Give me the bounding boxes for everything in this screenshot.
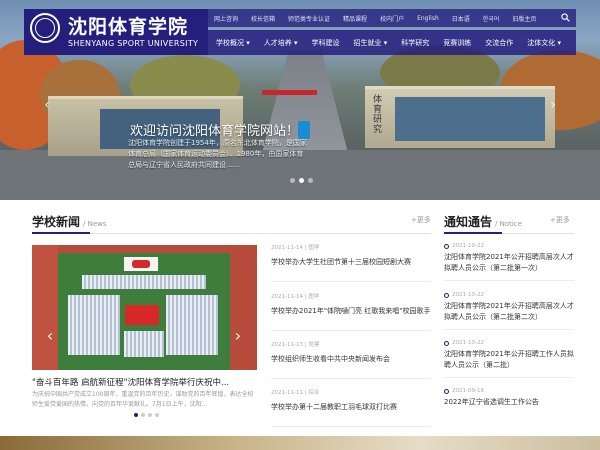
notice-date: 2021-10-22	[452, 243, 484, 249]
anniversary-banner	[124, 257, 158, 271]
news-item-title[interactable]: 学校举办第十二届教职工羽毛球双打比赛	[271, 402, 431, 412]
news-divider	[32, 232, 431, 234]
nav-disciplines[interactable]: 学科建设	[312, 38, 340, 48]
notice-item-title[interactable]: 沈阳体育学院2021年公开招聘工作人员拟聘人员公示（第二批）	[444, 349, 574, 371]
clock-icon	[444, 340, 449, 346]
pagination-dot[interactable]	[290, 178, 295, 183]
clock-icon	[444, 243, 449, 249]
top-link-mailbox[interactable]: 校长信箱	[251, 14, 275, 23]
clock-icon	[444, 388, 449, 394]
building-right: 体育研究	[365, 86, 555, 148]
news-date: 2021-11-13	[271, 342, 303, 348]
news-section-header: 学校新闻 / News	[32, 213, 107, 231]
top-link-portal[interactable]: 校内门户	[380, 14, 404, 23]
news-tag: 图学	[308, 294, 320, 300]
chevron-left-icon[interactable]: ‹	[40, 98, 54, 112]
logo-english-name: SHENYANG SPORT UNIVERSITY	[68, 39, 199, 48]
pagination-dot[interactable]	[155, 413, 159, 417]
top-link-accreditation[interactable]: 师范类专业认证	[288, 14, 330, 23]
pagination-dot[interactable]	[134, 413, 138, 417]
top-link-english[interactable]: English	[417, 15, 439, 22]
mural	[395, 97, 545, 141]
notice-date: 2021-10-22	[452, 292, 484, 298]
pagination-dot[interactable]	[308, 178, 313, 183]
news-more-link[interactable]: +更多	[411, 215, 431, 225]
site-logo[interactable]: 沈阳体育学院 SHENYANG SPORT UNIVERSITY	[24, 9, 208, 55]
notice-more-link[interactable]: +更多	[550, 215, 570, 225]
news-date: 2021-11-14	[271, 294, 303, 300]
nav-training[interactable]: 竞赛训练	[443, 38, 471, 48]
notice-item-title[interactable]: 2022年辽宁省选调生工作公告	[444, 397, 574, 408]
notice-list-item[interactable]: 2021-10-22 沈阳体育学院2021年公开招聘高层次人才拟聘人员公示（第二…	[444, 243, 574, 281]
chevron-right-icon[interactable]: ›	[232, 326, 244, 345]
notice-date: 2021-10-22	[452, 340, 484, 346]
logo-chinese-name: 沈阳体育学院	[68, 16, 189, 38]
hero-description: 沈阳体育学院创建于1954年，原名东北体育学院，是国家体育总局（国家体育运动委员…	[128, 139, 307, 169]
notice-title: 通知通告	[444, 215, 493, 229]
news-list-item[interactable]: 2021-11-11 | 综合 学校举办第十二届教职工羽毛球双打比赛	[271, 388, 431, 427]
news-item-title[interactable]: 学校举办大学生社团节第十三届校园短剧大赛	[271, 257, 431, 267]
news-item-title[interactable]: 学校举办2021年"体院嗵门亮 红歌我来唱"校园歌手大赛	[271, 306, 431, 316]
news-title: 学校新闻	[32, 215, 81, 229]
chevron-left-icon[interactable]: ‹	[44, 326, 56, 345]
top-link-courses[interactable]: 精品课程	[343, 14, 367, 23]
university-seal-icon	[30, 13, 60, 43]
building-sign: 体育研究	[373, 95, 383, 135]
nav-research[interactable]: 科学研究	[401, 38, 429, 48]
clock-icon	[444, 292, 449, 298]
nav-admissions[interactable]: 招生就业 ▾	[354, 38, 388, 48]
top-link-korean[interactable]: 한국어	[483, 14, 500, 23]
red-sign	[262, 90, 317, 95]
top-link-consult[interactable]: 网上咨询	[214, 14, 238, 23]
news-item-title[interactable]: 学校组织师生收看中共中央新闻发布会	[271, 354, 431, 364]
news-tag: 综合	[308, 390, 320, 396]
featured-news-photo[interactable]	[32, 245, 257, 370]
notice-section-header: 通知通告 / Notice	[444, 213, 522, 231]
notice-list-item[interactable]: 2021-09-18 2022年辽宁省选调生工作公告	[444, 388, 574, 408]
featured-news-title[interactable]: "奋斗百年路 启航新征程"沈阳体育学院举行庆祝中...	[32, 376, 257, 388]
news-pagination	[134, 413, 159, 417]
top-link-old-site[interactable]: 旧版主页	[512, 14, 536, 23]
pagination-dot[interactable]	[299, 178, 304, 183]
top-links-bar: 网上咨询 校长信箱 师范类专业认证 精品课程 校内门户 English 日本语 …	[208, 9, 576, 27]
news-tag: 图学	[308, 245, 320, 251]
news-subtitle: / News	[83, 220, 107, 228]
search-icon[interactable]	[561, 13, 570, 22]
party-flag	[125, 305, 159, 325]
news-tag: 党建	[308, 342, 320, 348]
pagination-dot[interactable]	[148, 413, 152, 417]
news-list-item[interactable]: 2021-11-13 | 党建 学校组织师生收看中共中央新闻发布会	[271, 340, 431, 379]
notice-item-title[interactable]: 沈阳体育学院2021年公开招聘高层次人才拟聘人员公示（第二批第二次）	[444, 301, 574, 323]
bus	[298, 121, 310, 139]
hero-pagination	[290, 178, 313, 183]
news-list-item[interactable]: 2021-11-14 | 图学 学校举办2021年"体院嗵门亮 红歌我来唱"校园…	[271, 292, 431, 331]
featured-news-description: 为庆祝中国共产党成立100周年，重温党的百年历史，谋助党的百年辉煌，表达全校师生…	[32, 391, 254, 408]
nav-education[interactable]: 人才培养 ▾	[264, 38, 298, 48]
chevron-right-icon[interactable]: ›	[546, 98, 560, 112]
nav-about[interactable]: 学校概况 ▾	[216, 38, 250, 48]
notice-subtitle: / Notice	[495, 220, 522, 228]
main-navigation: 学校概况 ▾ 人才培养 ▾ 学科建设 招生就业 ▾ 科学研究 竞赛训练 交流合作…	[208, 30, 576, 55]
news-date: 2021-11-14	[271, 245, 303, 251]
notice-list-item[interactable]: 2021-10-22 沈阳体育学院2021年公开招聘高层次人才拟聘人员公示（第二…	[444, 292, 574, 330]
notice-list-item[interactable]: 2021-10-22 沈阳体育学院2021年公开招聘工作人员拟聘人员公示（第二批…	[444, 340, 574, 378]
nav-exchange[interactable]: 交流合作	[485, 38, 513, 48]
pagination-dot[interactable]	[141, 413, 145, 417]
top-link-japanese[interactable]: 日本语	[452, 14, 470, 23]
notice-divider	[444, 232, 574, 234]
notice-item-title[interactable]: 沈阳体育学院2021年公开招聘高层次人才拟聘人员公示（第二批第一次）	[444, 252, 574, 274]
notice-date: 2021-09-18	[452, 388, 484, 394]
news-date: 2021-11-11	[271, 390, 303, 396]
bottom-banner-strip	[0, 436, 600, 450]
hero-caption[interactable]: 欢迎访问沈阳体育学院网站！	[130, 120, 299, 139]
nav-culture[interactable]: 沈体文化 ▾	[527, 38, 561, 48]
news-list-item[interactable]: 2021-11-14 | 图学 学校举办大学生社团节第十三届校园短剧大赛	[271, 243, 431, 282]
